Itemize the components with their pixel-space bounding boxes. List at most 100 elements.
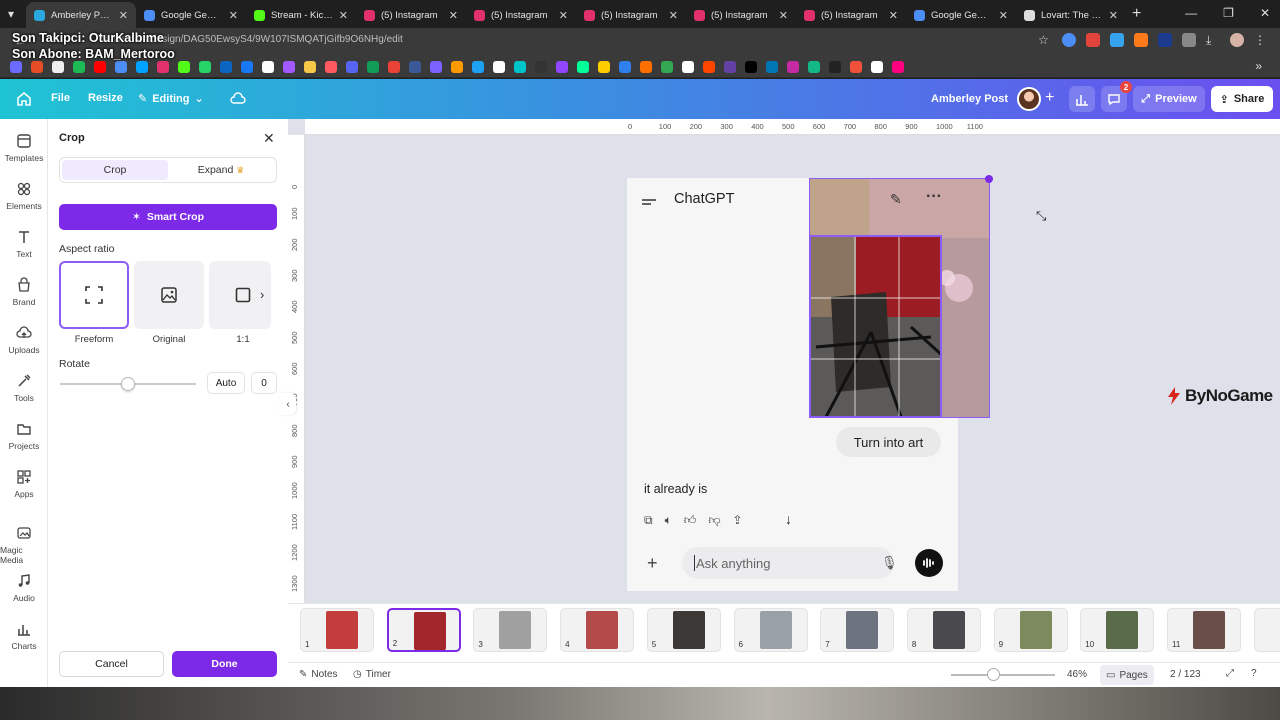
page-thumbnail[interactable]: 2 <box>386 608 461 652</box>
rail-item-magic-media[interactable]: Magic Media <box>0 525 48 565</box>
ratio-freeform[interactable] <box>59 261 129 329</box>
extension-icon[interactable] <box>1134 33 1148 47</box>
ratio-original[interactable] <box>134 261 204 329</box>
rail-item-brand[interactable]: Brand <box>0 277 48 307</box>
home-icon[interactable] <box>16 91 32 107</box>
smart-crop-button[interactable]: ✶ Smart Crop <box>59 204 277 230</box>
resize-menu[interactable]: Resize <box>88 92 123 104</box>
extension-icon[interactable] <box>1158 33 1172 47</box>
bookmark-icon[interactable] <box>451 60 463 73</box>
bookmark-icon[interactable] <box>871 60 883 73</box>
close-tab-icon[interactable]: ✕ <box>229 9 238 22</box>
tab-crop[interactable]: Crop <box>62 160 168 180</box>
resize-handle[interactable] <box>985 175 993 183</box>
bookmark-icon[interactable] <box>493 60 505 73</box>
browser-tab[interactable]: (5) Instagram ✕ <box>576 2 686 28</box>
bookmark-icon[interactable] <box>220 60 232 73</box>
bookmark-icon[interactable] <box>514 60 526 73</box>
rail-item-apps[interactable]: Apps <box>0 469 48 499</box>
browser-tab[interactable]: Google Gemini ✕ <box>136 2 246 28</box>
page-counter[interactable]: 2 / 123 <box>1170 669 1201 680</box>
browser-tab[interactable]: (5) Instagram ✕ <box>466 2 576 28</box>
bookmark-icon[interactable] <box>283 60 295 73</box>
preview-button[interactable]: ⤢ Preview <box>1133 86 1205 112</box>
bookmark-icon[interactable] <box>556 60 568 73</box>
bookmark-icon[interactable] <box>262 60 274 73</box>
close-window-icon[interactable]: ✕ <box>1260 6 1270 20</box>
rail-item-charts[interactable]: Charts <box>0 621 48 651</box>
bookmark-icon[interactable] <box>136 60 148 73</box>
timer-button[interactable]: ◷ Timer <box>353 669 391 680</box>
fullscreen-icon[interactable]: ⤢ <box>1226 668 1234 679</box>
bookmark-icon[interactable] <box>199 60 211 73</box>
browser-tab[interactable]: (5) Instagram ✕ <box>686 2 796 28</box>
menu-icon[interactable]: ⋮ <box>1254 33 1268 47</box>
page-thumbnail[interactable]: 9 <box>993 608 1068 652</box>
profile-avatar[interactable] <box>1230 33 1244 47</box>
browser-tab[interactable]: Lovart: The Worl ✕ <box>1016 2 1126 28</box>
rail-item-uploads[interactable]: Uploads <box>0 325 48 355</box>
minimize-icon[interactable]: — <box>1185 6 1197 20</box>
insights-button[interactable] <box>1069 86 1095 112</box>
bookmark-icon[interactable] <box>304 60 316 73</box>
more-bookmarks-icon[interactable]: » <box>1255 59 1262 73</box>
bookmark-icon[interactable] <box>619 60 631 73</box>
tab-search-icon[interactable]: ▾ <box>8 7 14 21</box>
browser-tab[interactable]: Amberley Post - ✕ <box>26 2 136 28</box>
page-thumbnail[interactable]: 8 <box>906 608 981 652</box>
browser-tab[interactable]: Google Gemini ✕ <box>906 2 1016 28</box>
share-button[interactable]: ⇪ Share <box>1211 86 1273 112</box>
bookmark-icon[interactable] <box>52 60 64 73</box>
close-tab-icon[interactable]: ✕ <box>559 9 568 22</box>
chevron-right-icon[interactable]: › <box>260 287 264 302</box>
zoom-level[interactable]: 46% <box>1067 669 1087 680</box>
collaborator-avatar[interactable] <box>1017 87 1041 111</box>
cloud-sync-icon[interactable] <box>230 91 246 107</box>
bookmark-icon[interactable] <box>703 60 715 73</box>
rail-item-audio[interactable]: Audio <box>0 573 48 603</box>
page-thumbnail[interactable]: 11 <box>1167 608 1241 652</box>
zoom-slider[interactable] <box>951 674 1055 676</box>
bookmark-icon[interactable] <box>10 60 22 73</box>
new-tab-button[interactable]: + <box>1132 5 1141 23</box>
editing-menu[interactable]: ✎ Editing ⌄ <box>138 92 204 106</box>
bookmark-icon[interactable] <box>325 60 337 73</box>
close-icon[interactable]: ✕ <box>263 130 275 147</box>
notes-button[interactable]: ✎ Notes <box>299 669 338 680</box>
comments-button[interactable]: 2 <box>1101 81 1132 112</box>
extension-icon[interactable] <box>1110 33 1124 47</box>
bookmark-icon[interactable] <box>808 60 820 73</box>
rail-item-tools[interactable]: Tools <box>0 373 48 403</box>
bookmark-icon[interactable] <box>535 60 547 73</box>
bookmark-icon[interactable] <box>94 60 106 73</box>
extension-icon[interactable] <box>1062 33 1076 47</box>
page-thumbnail[interactable]: 10 <box>1080 608 1155 652</box>
bookmark-icon[interactable] <box>472 60 484 73</box>
bookmark-icon[interactable] <box>241 60 253 73</box>
close-tab-icon[interactable]: ✕ <box>119 9 128 22</box>
extension-icon[interactable] <box>1086 33 1100 47</box>
page-thumbnail-partial[interactable] <box>1254 608 1280 652</box>
browser-tab[interactable]: (5) Instagram ✕ <box>796 2 906 28</box>
bookmark-icon[interactable] <box>892 60 904 73</box>
bookmark-icon[interactable] <box>409 60 421 73</box>
bookmark-icon[interactable] <box>598 60 610 73</box>
bookmark-icon[interactable] <box>178 60 190 73</box>
design-page[interactable]: ChatGPT ✎ ··· Turn into art it already i… <box>627 178 989 591</box>
cancel-button[interactable]: Cancel <box>59 651 164 677</box>
bookmark-icon[interactable] <box>640 60 652 73</box>
bookmark-icon[interactable] <box>157 60 169 73</box>
tab-expand[interactable]: Expand ♛ <box>168 160 274 180</box>
collapse-panel-button[interactable]: ‹ <box>280 393 296 415</box>
rotate-value-input[interactable]: 0 <box>251 372 277 394</box>
rotate-auto-button[interactable]: Auto <box>207 372 245 394</box>
page-thumbnail[interactable]: 6 <box>733 608 808 652</box>
close-tab-icon[interactable]: ✕ <box>449 9 458 22</box>
star-icon[interactable]: ☆ <box>1038 33 1052 47</box>
add-collaborator-icon[interactable]: + <box>1045 89 1054 107</box>
bookmark-icon[interactable] <box>787 60 799 73</box>
canvas-area[interactable]: 0 100 200 300 400 500 600 700 800 900 1000 1100 0 10… <box>288 119 1280 603</box>
rotate-slider-thumb[interactable] <box>121 377 135 391</box>
close-tab-icon[interactable]: ✕ <box>669 9 678 22</box>
close-tab-icon[interactable]: ✕ <box>889 9 898 22</box>
